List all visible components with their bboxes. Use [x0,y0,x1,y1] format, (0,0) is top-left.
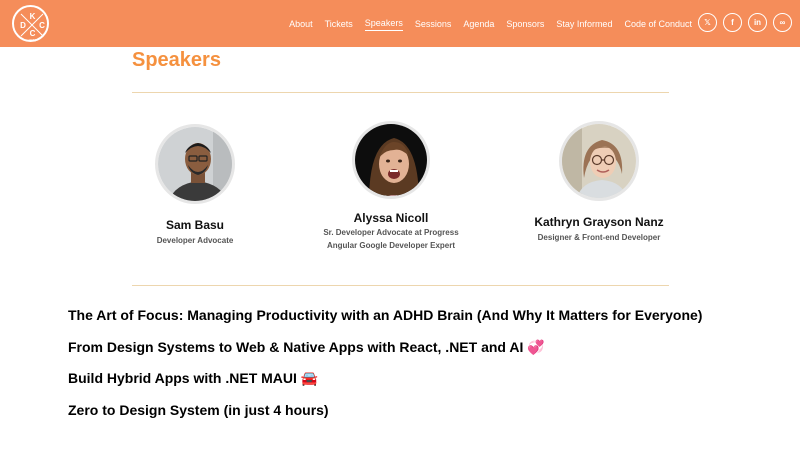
divider-top [132,92,669,93]
logo-letter-c1: C [39,21,45,30]
logo-letter-k: K [30,12,36,21]
avatar-speaker-3[interactable] [559,121,639,201]
nav-stay-informed[interactable]: Stay Informed [556,17,612,31]
main-nav: About Tickets Speakers Sessions Agenda S… [289,0,692,47]
speaker-title-2: Sr. Developer Advocate at Progress Angul… [271,226,511,252]
avatar-image-kathryn-grayson-nanz [562,124,636,198]
speaker-title-3-line-1: Designer & Front-end Developer [537,233,661,242]
divider-bottom [132,285,669,286]
nav-speakers[interactable]: Speakers [364,16,403,31]
nav-agenda[interactable]: Agenda [463,17,494,31]
avatar-image-sam-basu [158,127,232,201]
nav-code-of-conduct[interactable]: Code of Conduct [624,17,692,31]
talk-title-1[interactable]: The Art of Focus: Managing Productivity … [68,307,702,323]
speaker-title-3: Designer & Front-end Developer [479,231,719,244]
nav-about[interactable]: About [289,17,313,31]
avatar-speaker-1[interactable] [155,124,235,204]
speaker-name-2: Alyssa Nicoll [353,211,429,225]
speaker-title-2-line-1: Sr. Developer Advocate at Progress [323,228,459,237]
speaker-name-3: Kathryn Grayson Nanz [534,215,664,229]
logo-letter-d: D [20,21,26,30]
nav-sponsors[interactable]: Sponsors [506,17,544,31]
kdcc-logo-mark: K D C C 2024 [20,12,45,43]
speaker-title-2-line-2: Angular Google Developer Expert [326,241,456,250]
avatar-image-alyssa-nicoll [355,124,427,196]
social-links: 𝕏 f in ∞ [698,13,792,32]
nav-sessions[interactable]: Sessions [415,17,452,31]
site-header: K D C C 2024 About Tickets Speakers Sess… [0,0,800,47]
talk-title-2[interactable]: From Design Systems to Web & Native Apps… [68,339,545,356]
logo-letter-c2: C [30,29,36,38]
avatar-speaker-2[interactable] [352,121,430,199]
x-icon[interactable]: 𝕏 [698,13,717,32]
nav-tickets[interactable]: Tickets [325,17,353,31]
kdcc-logo[interactable]: K D C C 2024 [12,5,49,43]
facebook-icon[interactable]: f [723,13,742,32]
logo-year: 2024 [29,39,37,43]
talk-title-4[interactable]: Zero to Design System (in just 4 hours) [68,402,329,418]
linkedin-icon[interactable]: in [748,13,767,32]
link-icon[interactable]: ∞ [773,13,792,32]
page-title: Speakers [132,49,221,71]
talk-title-3[interactable]: Build Hybrid Apps with .NET MAUI 🚘 [68,370,318,387]
